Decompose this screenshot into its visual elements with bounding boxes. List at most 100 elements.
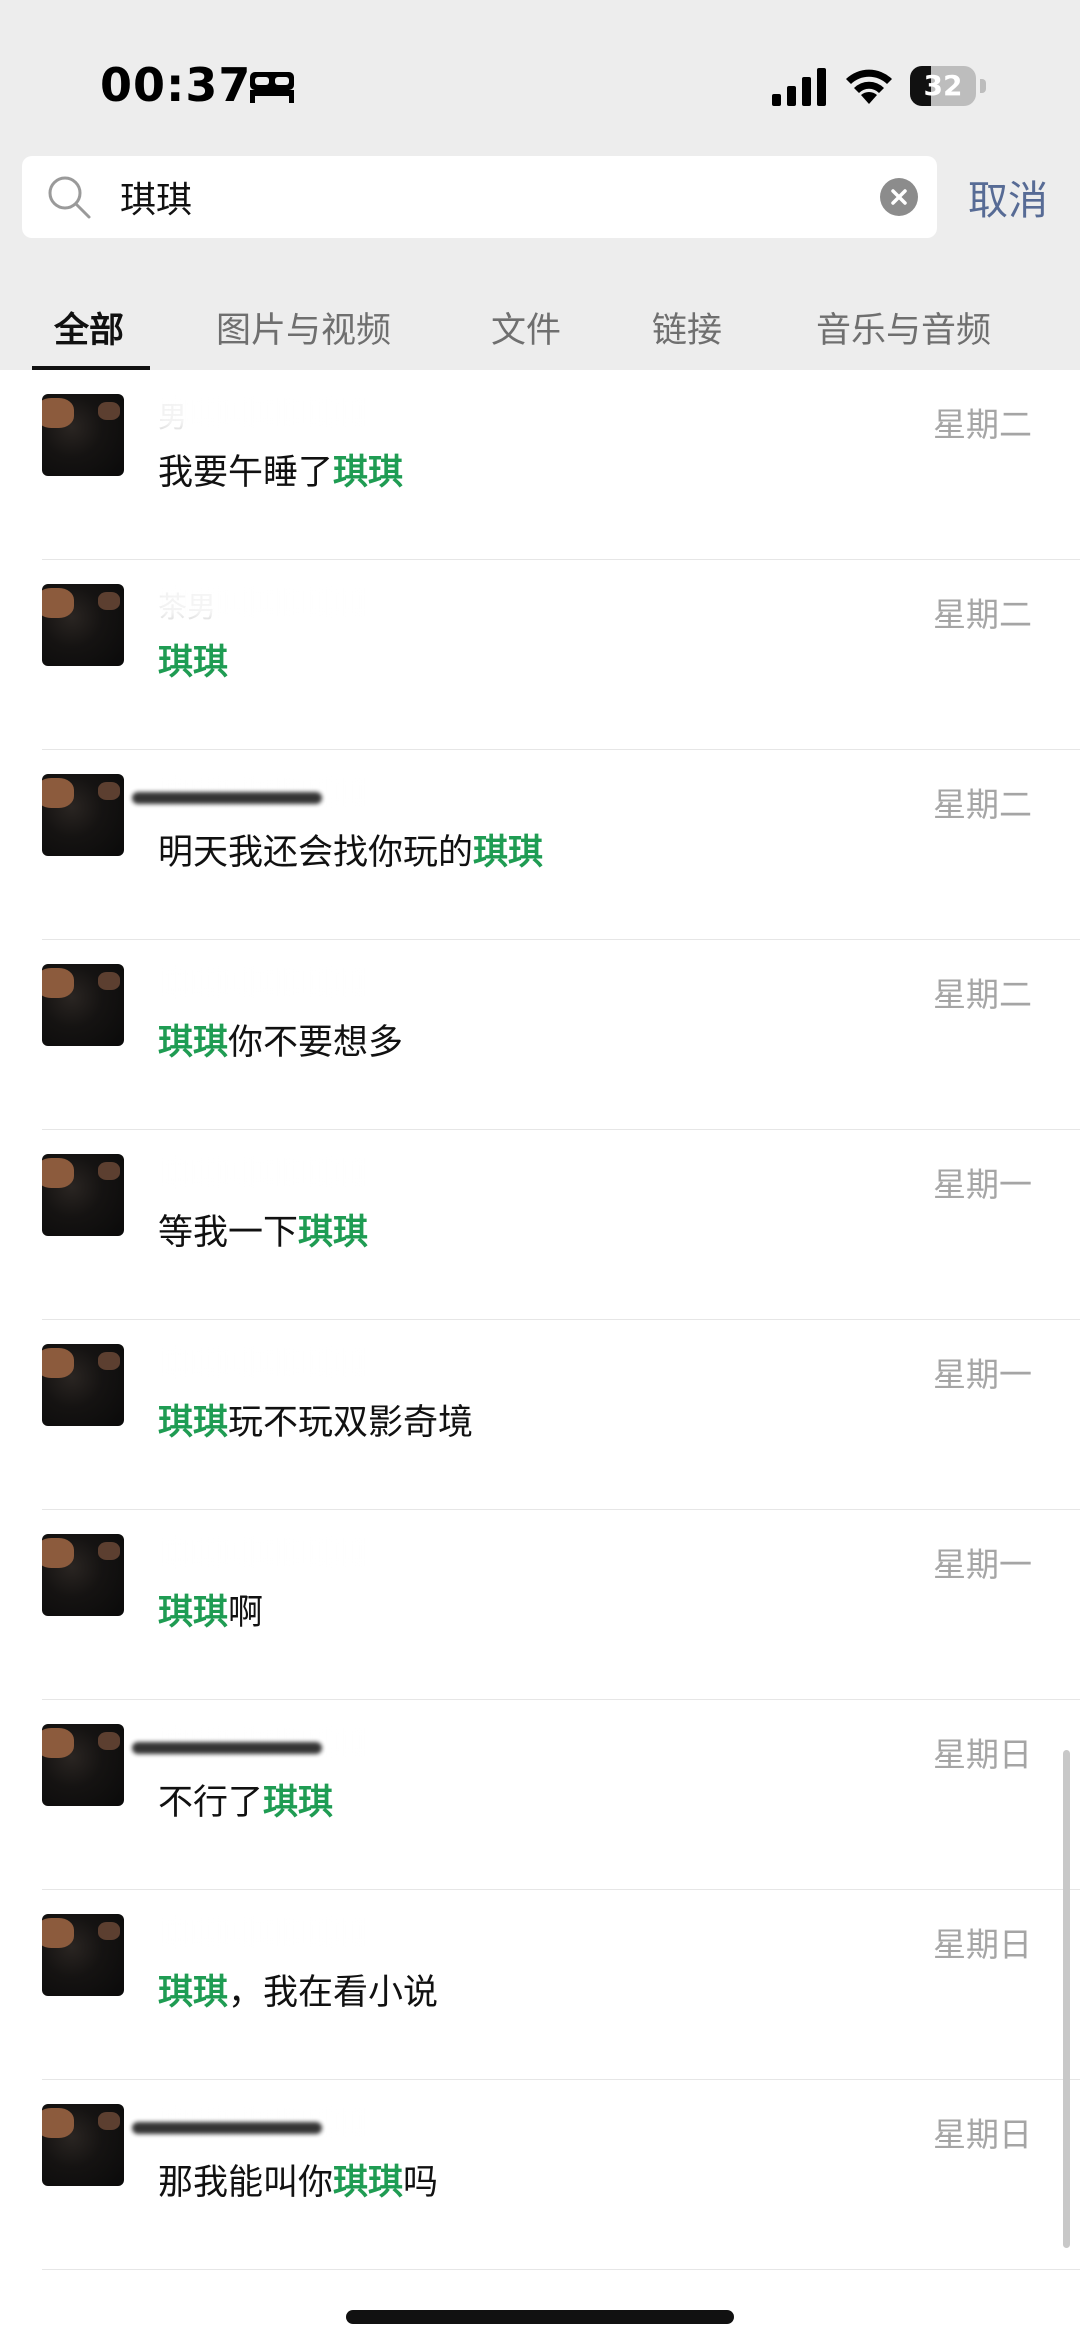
- message-preview: 琪琪玩不玩双影奇境: [158, 1394, 473, 1445]
- redaction-mark: [132, 1742, 322, 1754]
- privacy-blur: [158, 588, 368, 616]
- header: 00:37 32 琪琪 取消 全部 图片与视频 文件 链接 音乐与音频: [0, 0, 1080, 370]
- message-text: 不行了: [158, 1783, 264, 1823]
- wifi-icon: [846, 69, 892, 104]
- search-input[interactable]: [120, 168, 880, 226]
- tab-all[interactable]: 全部: [54, 302, 124, 353]
- sender-name-obscured: 茶男: [158, 584, 368, 624]
- message-date: 星期二: [933, 595, 1032, 634]
- message-text: 明天我还会找你玩的: [158, 833, 474, 873]
- avatar: [42, 584, 124, 666]
- keyword-highlight: 琪琪: [158, 643, 229, 683]
- keyword-highlight: 琪琪: [158, 1593, 229, 1633]
- list-item[interactable]: 男我要午睡了琪琪 星期二: [0, 370, 1080, 560]
- privacy-blur: [158, 398, 368, 426]
- bed-icon: [250, 72, 294, 103]
- message-preview: 琪琪啊: [158, 1584, 263, 1635]
- message-text: 那我能叫你: [158, 2163, 334, 2203]
- message-preview: 等我一下琪琪: [158, 1204, 368, 1255]
- avatar: [42, 2104, 124, 2186]
- filter-tabs: 全部 图片与视频 文件 链接 音乐与音频: [0, 290, 1080, 370]
- avatar: [42, 1154, 124, 1236]
- keyword-highlight: 琪琪: [158, 1403, 229, 1443]
- avatar: [42, 774, 124, 856]
- list-item[interactable]: 不行了琪琪 星期日: [0, 1700, 1080, 1890]
- message-date: 星期一: [933, 1545, 1032, 1584]
- tab-links[interactable]: 链接: [652, 302, 722, 353]
- tab-files[interactable]: 文件: [491, 302, 561, 353]
- privacy-blur: [158, 1158, 368, 1186]
- battery-nub: [980, 79, 986, 93]
- message-preview: 那我能叫你琪琪吗: [158, 2154, 438, 2205]
- redaction-mark: [132, 792, 322, 804]
- sender-name-obscured: [158, 1534, 368, 1568]
- privacy-blur: [158, 968, 368, 996]
- privacy-blur: [158, 1918, 368, 1946]
- list-item[interactable]: 等我一下琪琪 星期一: [0, 1130, 1080, 1320]
- message-date: 星期二: [933, 405, 1032, 444]
- message-preview: 我要午睡了琪琪: [158, 444, 403, 495]
- keyword-highlight: 琪琪: [333, 453, 404, 493]
- message-preview: 琪琪你不要想多: [158, 1014, 403, 1065]
- sender-name-obscured: [132, 1724, 368, 1758]
- search-icon: [48, 176, 91, 219]
- sender-name-obscured: [158, 964, 368, 998]
- list-item[interactable]: 琪琪，我在看小说 星期日: [0, 1890, 1080, 2080]
- message-preview: 不行了琪琪: [158, 1774, 333, 1825]
- message-preview: 明天我还会找你玩的琪琪: [158, 824, 543, 875]
- avatar: [42, 1344, 124, 1426]
- keyword-highlight: 琪琪: [298, 1213, 369, 1253]
- privacy-blur: [158, 1538, 368, 1566]
- status-bar: 00:37 32: [0, 0, 1080, 150]
- home-indicator[interactable]: [346, 2310, 734, 2324]
- avatar: [42, 964, 124, 1046]
- list-item[interactable]: 那我能叫你琪琪吗 星期日: [0, 2080, 1080, 2270]
- message-preview: 琪琪，我在看小说: [158, 1964, 438, 2015]
- sender-name-obscured: [158, 1344, 368, 1378]
- message-text: 等我一下: [158, 1213, 299, 1253]
- battery-level: 32: [923, 69, 963, 102]
- cancel-button[interactable]: 取消: [968, 168, 1048, 226]
- clear-x-glyph: [891, 189, 907, 205]
- message-date: 星期一: [933, 1355, 1032, 1394]
- list-item[interactable]: 明天我还会找你玩的琪琪 星期二: [0, 750, 1080, 940]
- sender-name-obscured: [132, 2104, 368, 2138]
- clear-icon[interactable]: [880, 178, 918, 216]
- avatar: [42, 1534, 124, 1616]
- message-date: 星期日: [933, 2115, 1032, 2154]
- avatar: [42, 394, 124, 476]
- list-item[interactable]: 琪琪你不要想多 星期二: [0, 940, 1080, 1130]
- cellular-signal-icon: [772, 68, 826, 106]
- keyword-highlight: 琪琪: [473, 833, 544, 873]
- message-text: 我要午睡了: [158, 453, 334, 493]
- list-item[interactable]: 琪琪啊 星期一: [0, 1510, 1080, 1700]
- message-date: 星期日: [933, 1735, 1032, 1774]
- search-bar[interactable]: [22, 156, 937, 238]
- message-text: 你不要想多: [228, 1023, 404, 1063]
- message-date: 星期日: [933, 1925, 1032, 1964]
- list-item[interactable]: 茶男琪琪 星期二: [0, 560, 1080, 750]
- message-text: ，我在看小说: [228, 1973, 439, 2013]
- list-item[interactable]: 琪琪玩不玩双影奇境 星期一: [0, 1320, 1080, 1510]
- message-preview: 琪琪: [158, 634, 228, 685]
- tab-images-videos[interactable]: 图片与视频: [216, 302, 391, 353]
- sender-name-obscured: 男: [158, 394, 368, 434]
- keyword-highlight: 琪琪: [158, 1973, 229, 2013]
- scrollbar[interactable]: [1063, 1750, 1070, 2248]
- sender-name-obscured: [158, 1914, 368, 1948]
- privacy-blur: [158, 1348, 368, 1376]
- message-text: 玩不玩双影奇境: [228, 1403, 474, 1443]
- avatar: [42, 1914, 124, 1996]
- tab-music-audio[interactable]: 音乐与音频: [816, 302, 991, 353]
- sender-name-obscured: [158, 1154, 368, 1188]
- battery-body: 32: [910, 66, 976, 106]
- battery-icon: 32: [910, 66, 986, 108]
- message-date: 星期一: [933, 1165, 1032, 1204]
- status-time: 00:37: [100, 58, 252, 112]
- message-date: 星期二: [933, 785, 1032, 824]
- divider: [42, 2269, 1080, 2270]
- keyword-highlight: 琪琪: [158, 1023, 229, 1063]
- message-text: 啊: [228, 1593, 264, 1633]
- avatar: [42, 1724, 124, 1806]
- sender-name-obscured: [132, 774, 368, 808]
